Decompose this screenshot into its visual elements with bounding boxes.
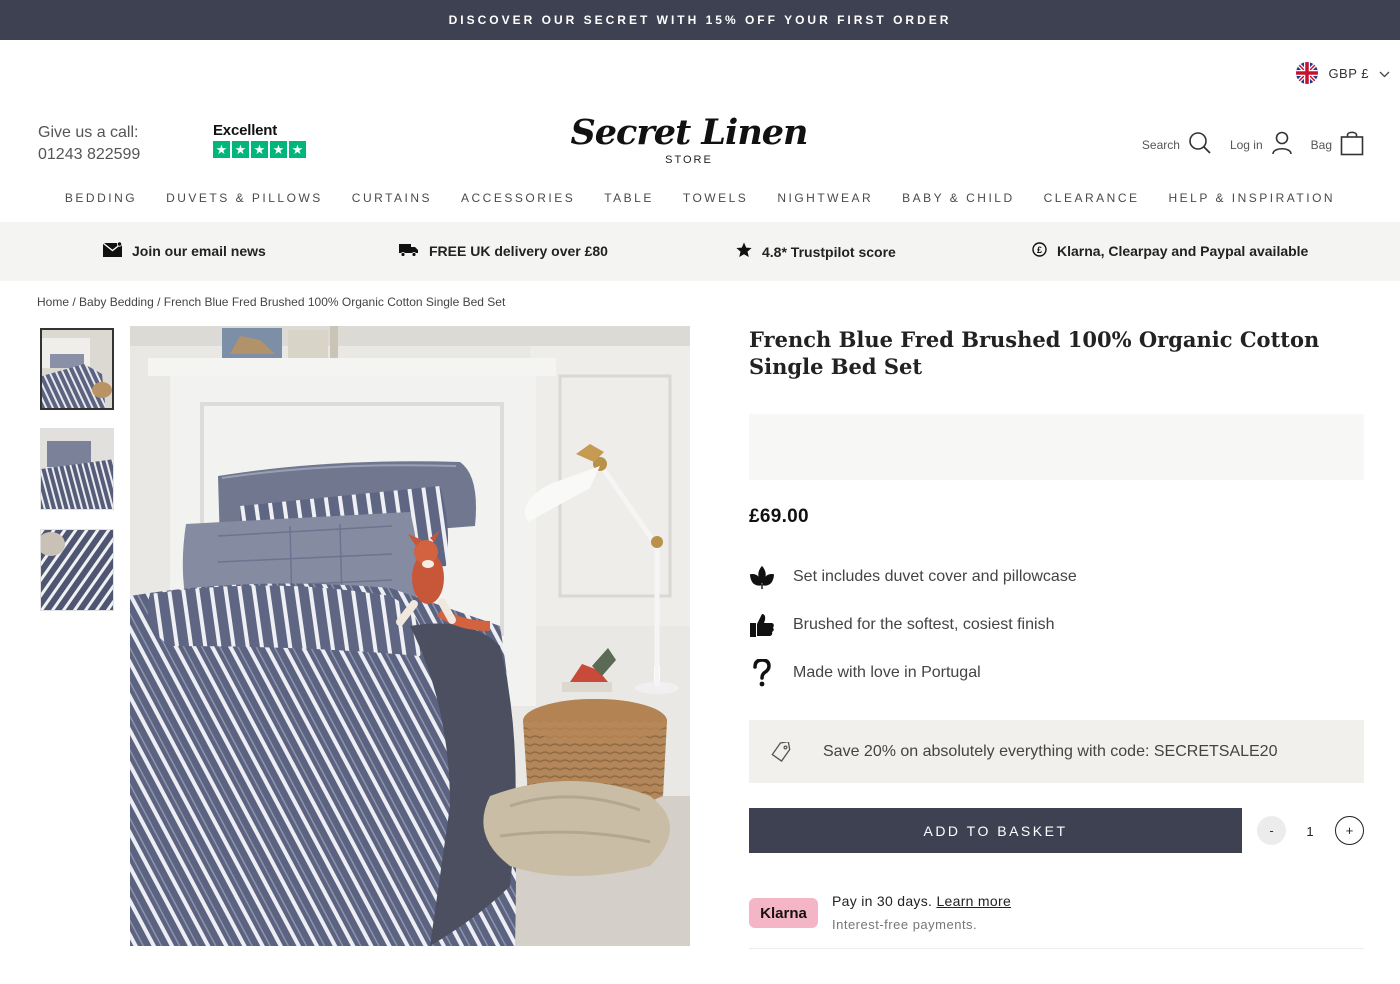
shopping-bag-icon [1340,130,1364,159]
breadcrumb: Home / Baby Bedding / French Blue Fred B… [37,295,505,309]
quantity-value[interactable]: 1 [1300,824,1320,839]
star-icon: ★ [289,141,306,158]
phone-number[interactable]: 01243 822599 [38,144,140,166]
usp-trustpilot[interactable]: 4.8* Trustpilot score [736,242,896,261]
logo-wordmark: Secret Linen [570,112,809,153]
nav-item-nightwear[interactable]: NIGHTWEAR [777,191,873,205]
usp-trustpilot-text: 4.8* Trustpilot score [762,243,896,260]
nav-item-baby-child[interactable]: BABY & CHILD [902,191,1014,205]
trustpilot-rating-label: Excellent [213,122,278,139]
chevron-down-icon [1379,66,1390,81]
envelope-icon [102,241,123,260]
breadcrumb-separator: / [153,295,164,309]
promo-banner: Save 20% on absolutely everything with c… [749,720,1364,783]
logo-subtitle: STORE [665,154,713,166]
nav-item-help-inspiration[interactable]: HELP & INSPIRATION [1169,191,1336,205]
add-to-basket-button[interactable]: ADD TO BASKET [749,808,1242,853]
breadcrumb-current: French Blue Fred Brushed 100% Organic Co… [163,295,506,309]
star-icon: ★ [270,141,287,158]
tag-icon [771,741,791,762]
main-navigation: BEDDING DUVETS & PILLOWS CURTAINS ACCESS… [0,191,1400,205]
usp-payments[interactable]: £ Klarna, Clearpay and Paypal available [1032,242,1308,260]
feature-item: Made with love in Portugal [749,659,981,687]
nav-item-table[interactable]: TABLE [604,191,654,205]
announcement-bar[interactable]: DISCOVER OUR SECRET WITH 15% OFF YOUR FI… [0,0,1400,40]
product-price: £69.00 [749,506,809,527]
klarna-learn-more-link[interactable]: Learn more [936,893,1011,909]
feature-text: Set includes duvet cover and pillowcase [793,568,1077,585]
leaf-icon [749,564,775,590]
product-thumbnail[interactable] [40,529,114,611]
trustpilot-widget[interactable]: Excellent ★ ★ ★ ★ ★ [213,122,306,158]
feature-item: Set includes duvet cover and pillowcase [749,564,1077,590]
nav-item-curtains[interactable]: CURTAINS [352,191,432,205]
usp-payments-text: Klarna, Clearpay and Paypal available [1057,243,1309,259]
klarna-text: Pay in 30 days. [832,893,933,909]
klarna-subtext: Interest-free payments. [832,917,978,932]
usp-email[interactable]: Join our email news [102,241,266,260]
login-button[interactable]: Log in [1230,131,1293,158]
klarna-badge: Klarna [749,898,818,928]
star-icon: ★ [213,141,230,158]
divider [749,948,1364,949]
question-icon [749,659,775,687]
star-icon: ★ [232,141,249,158]
nav-item-clearance[interactable]: CLEARANCE [1044,191,1140,205]
truck-icon [399,242,419,260]
contact-block: Give us a call: 01243 822599 [38,122,140,166]
breadcrumb-separator: / [69,295,80,309]
product-thumbnail[interactable] [40,328,114,410]
nav-item-towels[interactable]: TOWELS [683,191,748,205]
usp-delivery[interactable]: FREE UK delivery over £80 [399,242,608,260]
trustpilot-stars: ★ ★ ★ ★ ★ [213,141,306,158]
star-icon [736,242,752,261]
currency-selector[interactable]: GBP £ [1296,62,1390,84]
bag-label: Bag [1310,137,1332,152]
klarna-message: Pay in 30 days. Learn more [832,893,1011,909]
product-title: French Blue Fred Brushed 100% Organic Co… [749,327,1320,379]
nav-item-accessories[interactable]: ACCESSORIES [461,191,575,205]
user-icon [1271,131,1293,158]
product-main-image[interactable] [130,326,690,946]
quantity-decrease-button[interactable]: - [1257,816,1286,845]
product-thumbnail[interactable] [40,428,114,510]
bag-button[interactable]: Bag [1311,130,1364,159]
usp-email-text: Join our email news [132,243,266,259]
breadcrumb-home[interactable]: Home [37,295,69,309]
breadcrumb-category[interactable]: Baby Bedding [79,295,154,309]
search-icon [1188,131,1212,158]
usp-bar: Join our email news FREE UK delivery ove… [0,222,1400,281]
feature-text: Brushed for the softest, cosiest finish [793,616,1055,633]
search-label: Search [1141,137,1180,152]
thumbs-up-icon [749,612,775,638]
uk-flag-icon [1296,62,1319,84]
quantity-increase-button[interactable]: + [1335,816,1364,845]
login-label: Log in [1229,137,1263,152]
search-button[interactable]: Search [1142,131,1212,158]
nav-item-bedding[interactable]: BEDDING [65,191,137,205]
nav-item-duvets-pillows[interactable]: DUVETS & PILLOWS [166,191,323,205]
usp-delivery-text: FREE UK delivery over £80 [429,243,608,259]
pound-icon: £ [1032,242,1047,260]
site-logo[interactable]: Secret Linen STORE [560,112,818,166]
currency-label: GBP £ [1328,65,1369,81]
svg-text:£: £ [1037,245,1042,255]
promo-text: Save 20% on absolutely everything with c… [823,742,1278,760]
product-info-placeholder [749,414,1364,480]
star-icon: ★ [251,141,268,158]
header-tools: Search Log in Bag [1142,130,1364,159]
contact-label: Give us a call: [38,124,139,141]
feature-item: Brushed for the softest, cosiest finish [749,612,1054,638]
feature-text: Made with love in Portugal [793,664,981,681]
